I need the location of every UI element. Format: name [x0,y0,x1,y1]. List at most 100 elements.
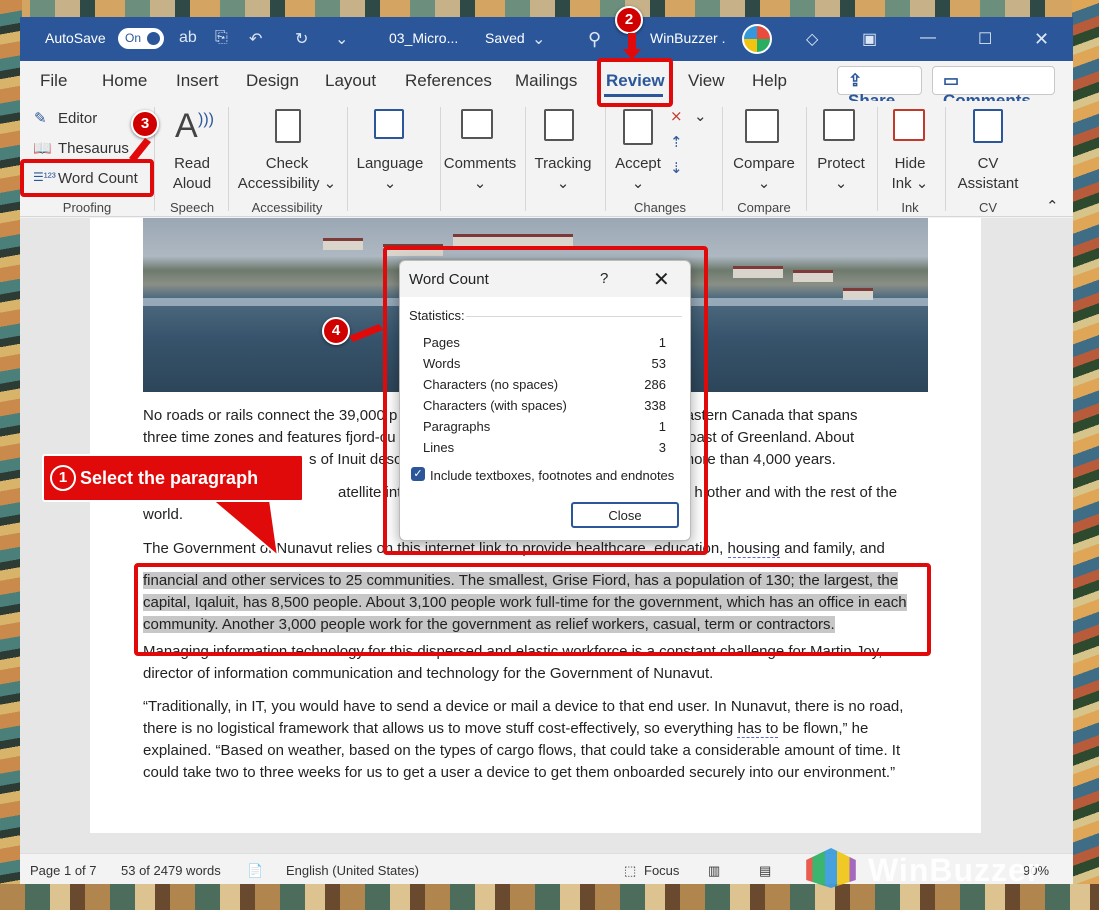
text-run: h other and with the rest of the [694,484,898,501]
close-icon[interactable]: ✕ [1034,29,1049,50]
hide-ink-label-1: Hide [894,155,926,172]
check-accessibility-label-2: Accessibility ⌄ [237,175,337,192]
comments-group-button[interactable]: Comments ⌄ [440,154,520,194]
step-1-text: Select the paragraph [80,468,259,488]
separator [228,107,229,211]
cv-assistant-label-2: Assistant [957,175,1019,192]
autosave-label: AutoSave [45,30,106,46]
save-status[interactable]: Saved [485,30,525,46]
step-2-arrow [623,33,641,60]
next-change-icon[interactable]: ⇣ [670,159,683,177]
avatar[interactable] [742,24,772,54]
group-accessibility: Accessibility [251,200,323,215]
accept-icon [623,109,653,145]
group-proofing: Proofing [62,200,112,215]
tab-home[interactable]: Home [102,71,147,91]
minimize-icon[interactable]: — [920,29,936,47]
chevron-down-icon: ⌄ [383,175,397,192]
tracking-button[interactable]: Tracking ⌄ [525,154,601,194]
cv-assistant-label-1: CV [977,155,999,172]
undo-icon[interactable]: ↶ [249,29,262,49]
word-count-status[interactable]: 53 of 2479 words [121,863,221,878]
comments-button[interactable]: ▭ Comments [932,66,1055,110]
group-changes: Changes [633,200,687,215]
tab-help[interactable]: Help [752,71,787,91]
print-layout-icon[interactable]: ▤ [759,863,771,879]
step-4-arrow [349,324,383,342]
tab-design[interactable]: Design [246,71,299,91]
spellcheck-icon[interactable]: ab [179,29,197,47]
callout-pointer [210,499,280,559]
focus-button[interactable]: Focus [644,863,679,878]
accept-label: Accept [615,155,661,172]
document-name[interactable]: 03_Micro... [389,30,458,46]
step-1-callout: 1 Select the paragraph [42,454,304,502]
winbuzzer-watermark: WinBuzzer [800,848,1090,888]
thesaurus-icon: 📖 [33,140,52,157]
maximize-icon[interactable]: ☐ [978,29,992,49]
step-3-marker: 3 [131,110,159,138]
check-accessibility-button[interactable]: Check Accessibility ⌄ [234,154,340,194]
separator [605,107,606,211]
dialog-highlight-box [383,246,708,555]
group-ink: Ink [901,200,919,215]
search-icon[interactable]: ⚲ [588,29,601,50]
review-tab-highlight-box [597,58,673,107]
tab-layout[interactable]: Layout [325,71,376,91]
tab-references[interactable]: References [405,71,492,91]
step-3-arrow [129,138,151,162]
text-run: and family, and [784,540,885,557]
ribbon-display-icon[interactable]: ▣ [862,29,877,49]
diamond-icon[interactable]: ◇ [806,29,818,49]
editor-button[interactable]: Editor [58,110,97,127]
compare-button[interactable]: Compare ⌄ [725,154,803,194]
menu-tabs: File Home Insert Design Layout Reference… [20,61,1073,110]
autosave-toggle[interactable]: On [118,28,164,49]
sound-waves-icon: ))) [198,111,214,128]
reject-icon[interactable]: ⨯ [670,107,683,125]
editor-icon: ✎ [34,110,47,127]
accept-button[interactable]: Accept ⌄ [608,154,668,194]
cv-assistant-button[interactable]: CV Assistant [952,154,1024,194]
language-button[interactable]: Language ⌄ [352,154,428,194]
chevron-down-icon[interactable]: ⌄ [694,107,707,125]
tracking-icon [544,109,574,141]
collapse-ribbon-icon[interactable]: ⌃ [1046,197,1059,215]
previous-change-icon[interactable]: ⇡ [670,133,683,151]
text-run: three time zones and features fjord-cu [143,429,396,446]
protect-button[interactable]: Protect ⌄ [810,154,872,194]
tab-mailings[interactable]: Mailings [515,71,577,91]
read-mode-icon[interactable]: ▥ [708,863,720,879]
read-aloud-button[interactable]: Read Aloud [165,154,219,194]
read-aloud-label-2: Aloud [172,175,212,192]
tab-file[interactable]: File [40,71,67,91]
compare-label: Compare [733,155,795,172]
focus-icon: ⬚ [624,863,637,878]
language-status[interactable]: English (United States) [286,863,419,878]
redo-icon[interactable]: ↻ [295,29,308,49]
text-run: could take two to three weeks for us to … [143,764,896,781]
thesaurus-button[interactable]: Thesaurus [58,140,129,157]
language-label: Language [356,155,424,172]
text-run: No roads or rails connect the 39,000 p [143,407,398,424]
autosave-state: On [125,31,142,45]
hide-ink-button[interactable]: Hide Ink ⌄ [880,154,940,194]
tracking-label: Tracking [534,155,592,172]
page-indicator[interactable]: Page 1 of 7 [30,863,97,878]
user-name[interactable]: WinBuzzer . [650,30,725,46]
share-button[interactable]: ⇪ Share [837,66,922,110]
text-run: be flown,” he [782,720,869,737]
save-icon[interactable]: ⎘ [215,29,228,47]
chevron-down-icon: ⌄ [473,175,487,192]
group-cv: CV [978,200,998,215]
tab-view[interactable]: View [688,71,725,91]
paragraph-5[interactable]: “Traditionally, in IT, you would have to… [143,696,933,784]
watermark-text: WinBuzzer [868,852,1041,888]
tab-insert[interactable]: Insert [176,71,219,91]
grammar-flag[interactable]: has to [737,720,779,738]
spelling-flag[interactable]: housing [727,540,781,558]
photo-house [733,266,783,278]
proofing-icon[interactable]: 📄 [247,863,263,879]
customize-toolbar-icon[interactable]: ⌄ [335,29,348,49]
chevron-down-icon[interactable]: ⌄ [532,29,545,49]
